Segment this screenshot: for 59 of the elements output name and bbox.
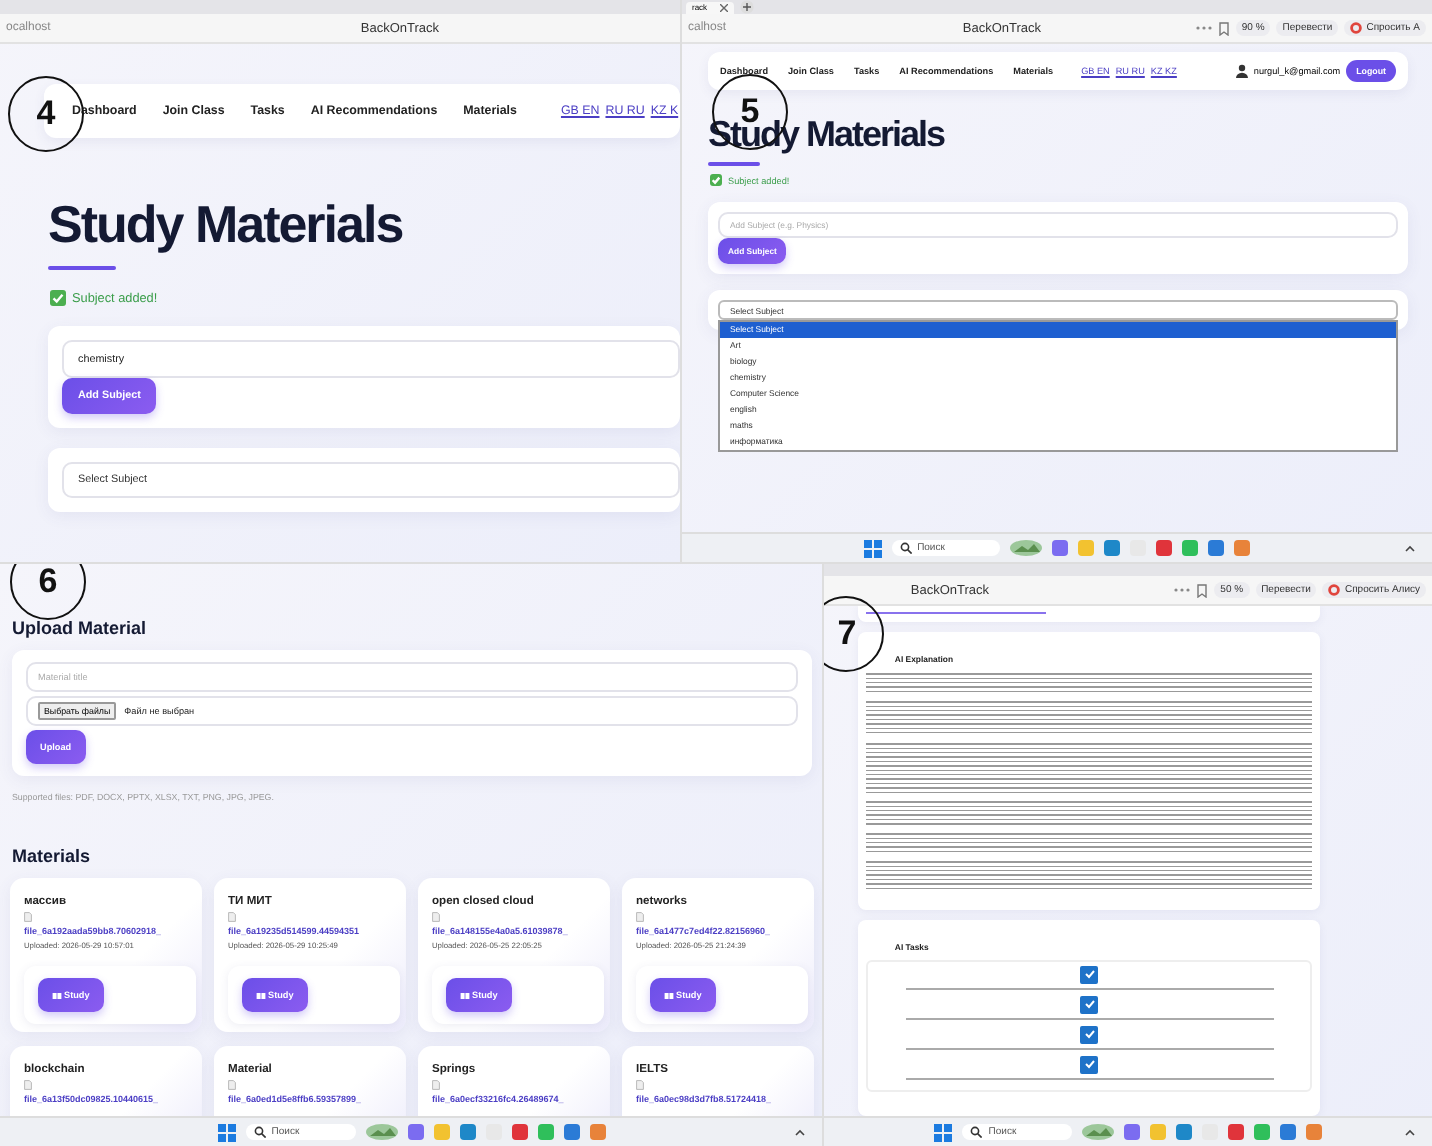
- plus-icon[interactable]: [739, 0, 754, 14]
- document-icon: [24, 1080, 32, 1090]
- app-icon[interactable]: [407, 1124, 424, 1140]
- chevron-up-icon[interactable]: [794, 1128, 807, 1136]
- chevron-up-icon[interactable]: [1404, 544, 1416, 552]
- checkmark-icon: [1083, 998, 1096, 1011]
- landscape-icon: [365, 1124, 398, 1140]
- search-icon: [253, 1126, 266, 1138]
- section-heading: Materials: [12, 846, 93, 866]
- document-icon: [228, 912, 236, 922]
- checkbox-icon: [50, 290, 66, 306]
- step-number-circle: 6: [10, 564, 86, 620]
- app-icon[interactable]: [1124, 1124, 1141, 1140]
- document-icon: [636, 1080, 644, 1090]
- task-checkbox[interactable]: [1080, 995, 1099, 1014]
- section-heading: Upload Material: [12, 618, 149, 638]
- task-checkbox[interactable]: [1080, 1025, 1099, 1044]
- windows-icon[interactable]: [217, 1123, 236, 1141]
- close-icon[interactable]: [719, 3, 728, 11]
- document-icon: [432, 1080, 440, 1090]
- book-icon: [256, 991, 266, 999]
- app-icon[interactable]: [1052, 540, 1069, 556]
- bookmark-icon[interactable]: [1217, 21, 1230, 35]
- app-icon[interactable]: [511, 1124, 528, 1140]
- user-icon: [1235, 64, 1248, 78]
- app-icon[interactable]: [1234, 540, 1251, 556]
- checkmark-icon: [1083, 968, 1096, 981]
- app-icon[interactable]: [1228, 1124, 1245, 1140]
- more-icon: [1195, 24, 1212, 32]
- chevron-up-icon[interactable]: [1404, 1128, 1416, 1136]
- heading-underline: [48, 266, 116, 270]
- more-icon: [1174, 586, 1191, 594]
- checkmark-icon: [1083, 1058, 1096, 1071]
- document-icon: [432, 912, 440, 922]
- landscape-icon: [1082, 1124, 1115, 1140]
- checkbox-icon: [710, 174, 722, 186]
- search-icon: [899, 542, 912, 554]
- app-icon[interactable]: [1156, 540, 1173, 556]
- windows-icon[interactable]: [863, 539, 882, 557]
- document-icon: [636, 912, 644, 922]
- bookmark-icon[interactable]: [1196, 583, 1209, 597]
- document-icon: [228, 1080, 236, 1090]
- landscape-icon: [1010, 540, 1043, 556]
- task-checkbox[interactable]: [1080, 1055, 1099, 1074]
- ring-icon: [1350, 22, 1363, 34]
- search-icon: [970, 1126, 983, 1138]
- book-icon: [460, 991, 470, 999]
- checkmark-icon: [1083, 1028, 1096, 1041]
- book-icon: [52, 991, 62, 999]
- page-heading: Study Materials: [48, 194, 405, 256]
- heading-underline: [708, 162, 760, 166]
- document-icon: [24, 912, 32, 922]
- step-number-circle: 7: [824, 596, 885, 672]
- ring-icon: [1328, 584, 1341, 596]
- app-icon[interactable]: [1306, 1124, 1323, 1140]
- windows-icon[interactable]: [934, 1123, 953, 1141]
- book-icon: [664, 991, 674, 999]
- task-checkbox[interactable]: [1080, 965, 1099, 984]
- app-icon[interactable]: [589, 1124, 606, 1140]
